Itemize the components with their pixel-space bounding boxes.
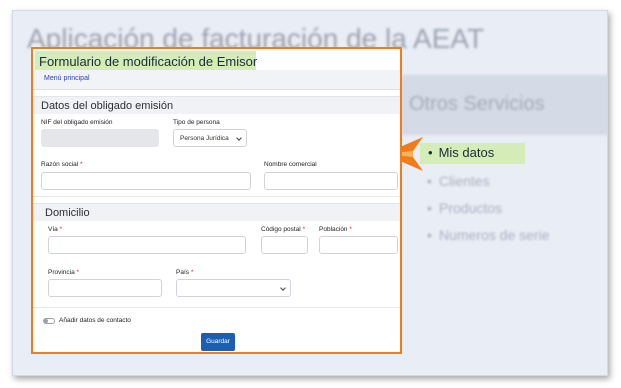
codigo-postal-label: Código postal * bbox=[261, 226, 306, 233]
via-input[interactable] bbox=[48, 236, 246, 254]
via-label: Vía * bbox=[48, 226, 63, 233]
background-menu-item: Productos bbox=[427, 200, 550, 227]
provincia-input[interactable] bbox=[48, 279, 162, 297]
nif-label: NIF del obligado emisión bbox=[41, 119, 113, 126]
nombre-comercial-input[interactable] bbox=[264, 172, 398, 190]
tipo-persona-value: Persona Jurídica bbox=[180, 135, 229, 142]
section-datos-obligado: Datos del obligado emisión bbox=[33, 96, 400, 114]
razon-social-input[interactable] bbox=[41, 172, 251, 190]
poblacion-input[interactable] bbox=[319, 236, 398, 254]
poblacion-label: Población * bbox=[319, 226, 352, 233]
divider bbox=[33, 307, 400, 308]
emisor-form-window: Formulario de modificación de Emisor Men… bbox=[31, 47, 402, 354]
razon-social-label: Razón social * bbox=[41, 161, 83, 168]
bullet-icon: • bbox=[428, 145, 433, 160]
chevron-down-icon bbox=[236, 135, 242, 141]
codigo-postal-input[interactable] bbox=[261, 236, 308, 254]
section-domicilio: Domicilio bbox=[33, 203, 400, 221]
contact-data-toggle[interactable] bbox=[43, 318, 55, 324]
tipo-persona-select[interactable]: Persona Jurídica bbox=[173, 129, 247, 147]
nombre-comercial-label: Nombre comercial bbox=[264, 161, 317, 168]
pais-label: País * bbox=[176, 269, 194, 276]
form-menu-bar: Menú principal bbox=[33, 70, 400, 90]
provincia-label: Provincia * bbox=[48, 269, 80, 276]
pais-select[interactable] bbox=[176, 279, 291, 297]
background-menu-item: Numeros de serie bbox=[427, 227, 550, 254]
background-menu-item: Clientes bbox=[427, 173, 550, 200]
divider bbox=[33, 196, 400, 197]
chevron-down-icon bbox=[280, 285, 286, 291]
nif-field bbox=[41, 129, 159, 147]
mis-datos-callout[interactable]: • Mis datos bbox=[420, 143, 525, 164]
mis-datos-label: Mis datos bbox=[438, 145, 495, 160]
contact-data-label: Añadir datos de contacto bbox=[59, 317, 131, 324]
tipo-persona-label: Tipo de persona bbox=[173, 119, 220, 126]
background-menu-list: Clientes Productos Numeros de serie bbox=[427, 173, 550, 254]
guardar-button[interactable]: Guardar bbox=[201, 333, 235, 351]
menu-principal-link[interactable]: Menú principal bbox=[44, 75, 90, 82]
form-title: Formulario de modificación de Emisor bbox=[35, 51, 257, 72]
background-services-heading: Otros Servicios bbox=[409, 93, 545, 115]
